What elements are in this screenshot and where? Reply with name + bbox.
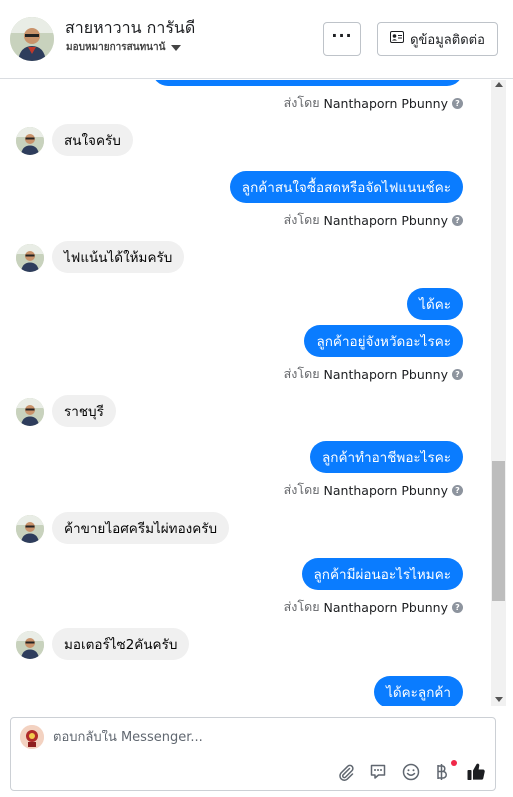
sender-avatar [16, 244, 44, 272]
conversation-scrollbar[interactable] [491, 80, 506, 706]
help-icon[interactable]: ? [452, 214, 463, 226]
help-icon[interactable]: ? [452, 368, 463, 380]
message-bubble-incoming: มอเตอร์ไซ2คันครับ [52, 628, 190, 660]
message-bubble-outgoing: ลูกค้าสนใจซื้อสดหรือจัดไฟแนนช์คะ [229, 171, 463, 203]
message-bubble-outgoing: ลูกค้าอยู่จังหวัดอะไรคะ [304, 325, 463, 357]
caret-down-icon [171, 44, 182, 51]
message-bubble-incoming: ค้าขายไอศครีมไผ่ทองครับ [52, 512, 230, 544]
reply-input[interactable] [53, 730, 353, 745]
baht-icon[interactable] [431, 761, 453, 783]
sender-avatar [16, 127, 44, 155]
avatar[interactable] [10, 17, 54, 61]
message-bubble-incoming: ราชบุรี [52, 395, 116, 427]
contact-card-icon [390, 31, 405, 47]
message-bubble-outgoing: ได้คะลูกค้า [374, 676, 463, 706]
message-bubble-incoming: สนใจครับ [52, 124, 133, 156]
scroll-down-arrow-icon[interactable] [495, 697, 503, 702]
conversation-header: สายหาวาน การันดี มอบหมายการสนทนาน้ ··· ด… [0, 0, 513, 79]
assign-conversation-label: มอบหมายการสนทนาน้ [66, 42, 166, 53]
thumbs-up-icon[interactable] [465, 761, 487, 783]
assign-conversation-dropdown[interactable]: มอบหมายการสนทนาน้ [66, 40, 182, 55]
page-avatar [20, 725, 44, 749]
emoji-icon[interactable] [400, 761, 422, 783]
sent-by-label: ส่งโดย Nanthaporn Pbunny ? [284, 597, 463, 617]
sender-avatar [16, 631, 44, 659]
reply-composer [10, 717, 496, 791]
sticker-icon[interactable] [367, 761, 389, 783]
message-bubble-outgoing-partial [152, 80, 463, 86]
message-bubble-outgoing: ได้คะ [407, 288, 463, 320]
sender-avatar [16, 515, 44, 543]
help-icon[interactable]: ? [452, 97, 463, 109]
help-icon[interactable]: ? [452, 484, 463, 496]
message-bubble-outgoing: ลูกค้ามีผ่อนอะไรไหมคะ [301, 558, 463, 590]
sent-by-label: ส่งโดย Nanthaporn Pbunny ? [284, 364, 463, 384]
message-bubble-outgoing: ลูกค้าทำอาชีพอะไรคะ [310, 441, 463, 473]
notification-dot [451, 760, 457, 766]
more-dots-icon: ··· [331, 26, 353, 45]
sender-avatar [16, 398, 44, 426]
view-contact-info-button[interactable]: ดูข้อมูลติดต่อ [377, 22, 498, 56]
message-bubble-incoming: ไฟแน้นได้ให้มครับ [52, 241, 185, 273]
sent-by-label: ส่งโดย Nanthaporn Pbunny ? [284, 210, 463, 230]
more-options-button[interactable]: ··· [323, 22, 361, 56]
sent-by-label: ส่งโดย Nanthaporn Pbunny ? [284, 93, 463, 113]
message-list[interactable]: ส่งโดย Nanthaporn Pbunny ? สนใจครับ ลูกค… [0, 80, 491, 706]
view-contact-info-label: ดูข้อมูลติดต่อ [410, 32, 485, 48]
scroll-up-arrow-icon[interactable] [495, 82, 503, 87]
sent-by-label: ส่งโดย Nanthaporn Pbunny ? [284, 480, 463, 500]
paperclip-icon[interactable] [335, 761, 357, 783]
scrollbar-thumb[interactable] [492, 461, 505, 601]
help-icon[interactable]: ? [452, 601, 463, 613]
contact-name: สายหาวาน การันดี [65, 18, 196, 37]
